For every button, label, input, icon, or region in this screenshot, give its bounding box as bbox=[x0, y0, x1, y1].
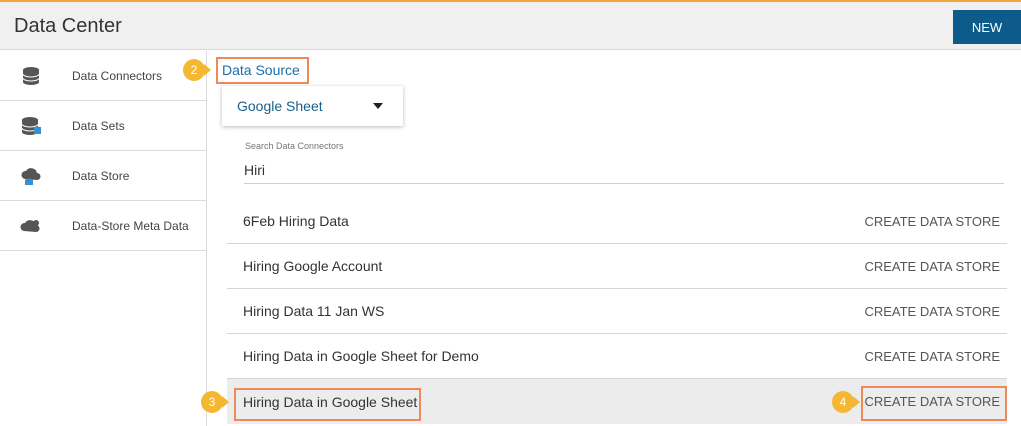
cloud-meta-icon bbox=[20, 220, 40, 232]
sidebar-item-label: Data-Store Meta Data bbox=[72, 218, 189, 233]
step-badge-pointer bbox=[204, 64, 211, 76]
list-item[interactable]: Hiring Google Account CREATE DATA STORE bbox=[227, 244, 1007, 289]
sidebar-item-label: Data Connectors bbox=[72, 68, 163, 83]
step-badge-2: 2 bbox=[183, 59, 205, 81]
search-label: Search Data Connectors bbox=[245, 141, 344, 151]
step-badge-3: 3 bbox=[201, 391, 223, 413]
sidebar-item-data-store[interactable]: Data Store bbox=[0, 151, 206, 201]
sidebar: Data Connectors Data Sets Data Store Dat… bbox=[0, 51, 207, 426]
cloud-store-icon bbox=[21, 168, 41, 185]
list-item[interactable]: 6Feb Hiring Data CREATE DATA STORE bbox=[227, 199, 1007, 244]
selected-source: Google Sheet bbox=[237, 98, 323, 114]
dataset-icon bbox=[21, 117, 41, 135]
data-source-select[interactable]: Google Sheet bbox=[222, 86, 403, 126]
sidebar-item-data-connectors[interactable]: Data Connectors bbox=[0, 51, 206, 101]
database-icon bbox=[22, 67, 40, 85]
search-input[interactable] bbox=[244, 157, 1004, 184]
connector-name: Hiring Data in Google Sheet for Demo bbox=[243, 348, 479, 364]
step-badge-pointer bbox=[222, 396, 229, 408]
sidebar-item-label: Data Sets bbox=[72, 118, 125, 133]
connector-name: Hiring Google Account bbox=[243, 258, 383, 274]
step-badge-4: 4 bbox=[832, 391, 854, 413]
list-item[interactable]: Hiring Data 11 Jan WS CREATE DATA STORE bbox=[227, 289, 1007, 334]
create-data-store-button[interactable]: CREATE DATA STORE bbox=[864, 259, 1000, 274]
sidebar-item-data-store-meta-data[interactable]: Data-Store Meta Data bbox=[0, 201, 206, 251]
create-data-store-button[interactable]: CREATE DATA STORE bbox=[864, 349, 1000, 364]
new-button[interactable]: NEW bbox=[953, 10, 1021, 44]
caret-down-icon bbox=[373, 103, 383, 109]
highlight-box-create-data-store bbox=[861, 386, 1007, 421]
connector-name: Hiring Data 11 Jan WS bbox=[243, 303, 385, 319]
sidebar-item-data-sets[interactable]: Data Sets bbox=[0, 101, 206, 151]
create-data-store-button[interactable]: CREATE DATA STORE bbox=[864, 304, 1000, 319]
list-item[interactable]: Hiring Data in Google Sheet for Demo CRE… bbox=[227, 334, 1007, 379]
sidebar-item-label: Data Store bbox=[72, 168, 130, 183]
highlight-box-data-source bbox=[216, 57, 309, 84]
step-badge-pointer bbox=[853, 396, 860, 408]
page-title: Data Center bbox=[14, 15, 122, 37]
connector-name: 6Feb Hiring Data bbox=[243, 213, 349, 229]
highlight-box-selected-row bbox=[234, 388, 421, 421]
create-data-store-button[interactable]: CREATE DATA STORE bbox=[864, 214, 1000, 229]
app-header: Data Center NEW bbox=[0, 2, 1021, 50]
